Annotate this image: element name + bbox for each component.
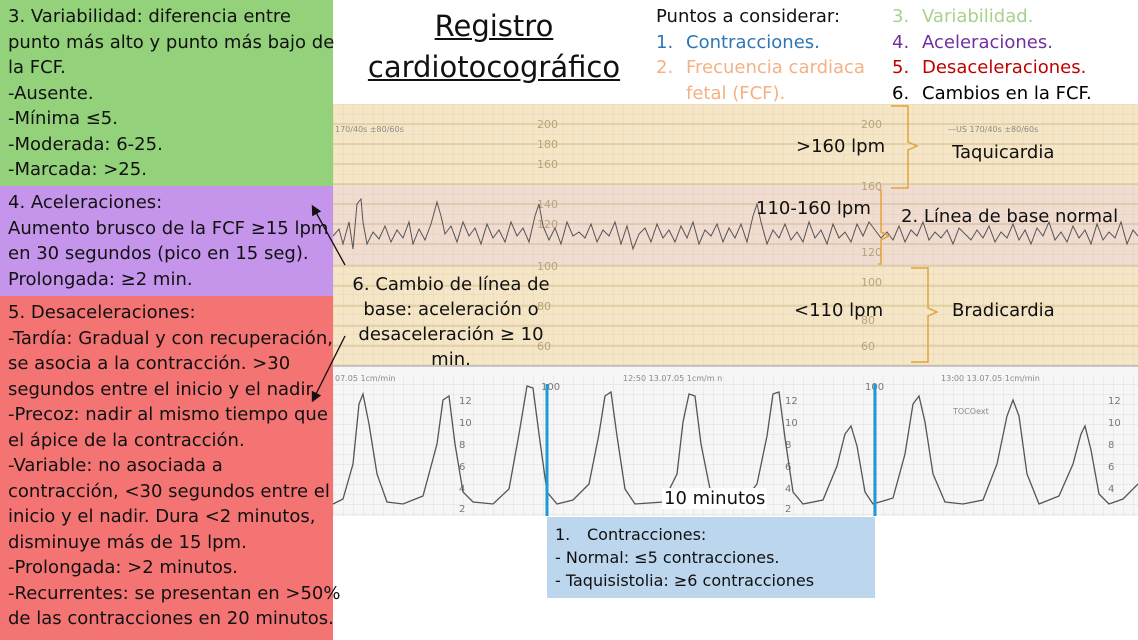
decelerations-line: se asocia a la contracción. >30 xyxy=(8,353,291,374)
toco-tick-label: 12 xyxy=(459,396,472,407)
decelerations-line: 5. Desaceleraciones: xyxy=(8,302,196,323)
point-text: Contracciones. xyxy=(686,32,820,53)
toco-tick-label: 10 xyxy=(785,418,798,429)
baseline-change-line: desaceleración ≥ 10 min. xyxy=(358,324,544,370)
fhr-tick-label: 60 xyxy=(861,340,875,353)
fhr-tick-label: 180 xyxy=(537,138,558,151)
variability-line: 3. Variabilidad: diferencia entre xyxy=(8,6,291,27)
contractions-box: 1. Contracciones: - Normal: ≤5 contraccio… xyxy=(547,517,875,598)
accelerations-line: 4. Aceleraciones: xyxy=(8,192,163,213)
strip-header-text: 13:00 13.07.05 1cm/min xyxy=(941,374,1040,383)
fhr-tick-label: 120 xyxy=(861,246,882,259)
fhr-tick-label: 160 xyxy=(861,180,882,193)
strip-header-text: 12:50 13.07.05 1cm/m n xyxy=(623,374,722,383)
variability-line: punto más alto y punto más bajo de xyxy=(8,31,335,53)
point-number: 4. xyxy=(892,32,910,53)
point-item: 1. Contracciones. xyxy=(656,30,820,56)
tachycardia-label: Taquicardia xyxy=(952,142,1055,163)
fhr-tick-label: 200 xyxy=(861,118,882,131)
toco-tick-label: 4 xyxy=(1108,484,1114,495)
variability-line: -Moderada: 6-25. xyxy=(8,133,163,155)
contractions-tachysystole: - Taquisistolia: ≥6 contracciones xyxy=(555,571,815,590)
bradycardia-label: Bradicardia xyxy=(952,300,1055,321)
variability-line: -Mínima ≤5. xyxy=(8,108,118,129)
decelerations-line: el ápice de la contracción. xyxy=(8,429,245,451)
decelerations-line: de las contracciones en 20 minutos. xyxy=(8,608,334,629)
strip-header-text: —US 170/40s ±80/60s xyxy=(948,125,1038,134)
bradycardia-range: <110 lpm xyxy=(794,300,884,321)
decelerations-line: -Precoz: nadir al mismo tiempo que xyxy=(8,404,328,425)
point-text: Variabilidad. xyxy=(922,6,1034,27)
decelerations-line: disminuye más de 15 lpm. xyxy=(8,531,247,553)
point-text: Cambios en la FCF. xyxy=(922,83,1092,104)
point-number: 6. xyxy=(892,83,910,104)
baseline-change-note: 6. Cambio de línea de base: aceleración … xyxy=(340,272,562,372)
accelerations-line: Prolongada: ≥2 min. xyxy=(8,268,193,290)
decelerations-line: -Tardía: Gradual y con recuperación, xyxy=(8,327,333,349)
variability-box: 3. Variabilidad: diferencia entre punto … xyxy=(0,0,335,186)
toco-tick-label: 2 xyxy=(785,504,791,515)
point-number: 5. xyxy=(892,57,910,78)
decelerations-line: contracción, <30 segundos entre el xyxy=(8,480,330,502)
contractions-title: 1. Contracciones: xyxy=(555,523,867,546)
toco-tick-label: 8 xyxy=(1108,440,1114,451)
strip-header-text: 170/40s ±80/60s xyxy=(335,125,404,134)
baseline-change-line: 6. Cambio de línea de xyxy=(352,274,550,295)
point-text: Aceleraciones. xyxy=(922,32,1053,53)
toco-tick-label: 12 xyxy=(785,396,798,407)
toco-tick-label: 10 xyxy=(459,418,472,429)
point-number: 2. xyxy=(656,57,674,78)
variability-line: -Ausente. xyxy=(8,82,94,104)
points-list: Puntos a considerar: xyxy=(656,4,840,30)
normal-range: 110-160 lpm xyxy=(756,198,871,219)
point-text: Desaceleraciones. xyxy=(922,57,1087,78)
point-number: 1. xyxy=(656,32,674,53)
decelerations-line: segundos entre el inicio y el nadir. xyxy=(8,378,317,400)
normal-label: 2. Línea de base normal xyxy=(901,206,1119,227)
point-text: fetal (FCF). xyxy=(686,82,786,104)
points-header: Puntos a considerar: xyxy=(656,6,841,27)
point-item: 5. Desaceleraciones. xyxy=(892,55,1086,81)
toco-tick-label: 10 xyxy=(1108,418,1121,429)
toco-tick-label: 2 xyxy=(459,504,465,515)
ten-minutes-label: 10 minutos xyxy=(662,488,768,509)
contractions-number: 1. xyxy=(555,525,571,544)
toco-tick-label: 8 xyxy=(459,440,465,451)
toco-tick-label: 4 xyxy=(785,484,791,495)
decelerations-line: -Prolongada: >2 minutos. xyxy=(8,557,238,578)
toco-tick-label: 100 xyxy=(541,382,560,393)
point-item: 6. Cambios en la FCF. xyxy=(892,81,1092,107)
decelerations-line: -Recurrentes: se presentan en >50% xyxy=(8,582,341,604)
point-item: 2. Frecuencia cardiaca fetal (FCF). xyxy=(656,55,865,106)
toco-tick-label: 6 xyxy=(1108,462,1114,473)
fhr-tick-label: 200 xyxy=(537,118,558,131)
accelerations-box: 4. Aceleraciones: Aumento brusco de la F… xyxy=(0,186,333,296)
toco-tick-label: 12 xyxy=(1108,396,1121,407)
decelerations-box: 5. Desaceleraciones: -Tardía: Gradual y … xyxy=(0,296,341,640)
variability-line: la FCF. xyxy=(8,57,66,78)
strip-header-text: 07.05 1cm/min xyxy=(335,374,396,383)
accelerations-line: Aumento brusco de la FCF ≥15 lpm xyxy=(8,217,329,239)
fhr-tick-label: 100 xyxy=(861,276,882,289)
point-item: 4. Aceleraciones. xyxy=(892,30,1053,56)
point-number: 3. xyxy=(892,6,910,27)
page-title: Registro cardiotocográfico xyxy=(364,6,624,88)
decelerations-line: inicio y el nadir. Dura <2 minutos, xyxy=(8,506,316,527)
tachycardia-range: >160 lpm xyxy=(796,136,886,157)
title-line: cardiotocográfico xyxy=(367,50,621,84)
accelerations-line: en 30 segundos (pico en 15 seg). xyxy=(8,243,309,264)
contractions-normal: - Normal: ≤5 contracciones. xyxy=(555,548,780,567)
baseline-change-line: base: aceleración o xyxy=(363,299,539,320)
variability-line: -Marcada: >25. xyxy=(8,159,147,180)
fhr-tick-label: 160 xyxy=(537,158,558,171)
title-line: Registro xyxy=(434,9,554,43)
decelerations-line: -Variable: no asociada a xyxy=(8,455,223,476)
contractions-title-text: Contracciones: xyxy=(587,525,707,544)
point-text: Frecuencia cardiaca xyxy=(686,57,865,78)
point-item: 3. Variabilidad. xyxy=(892,4,1033,30)
toco-label: TOCOext xyxy=(952,407,989,416)
